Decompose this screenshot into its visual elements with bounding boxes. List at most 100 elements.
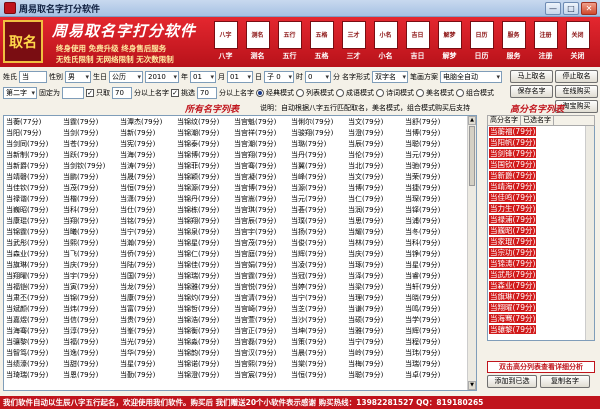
list-item[interactable]: 当梁(79分) bbox=[348, 282, 405, 293]
list-item[interactable]: 当光(79分) bbox=[120, 337, 177, 348]
score-select[interactable]: 0 bbox=[305, 71, 331, 83]
list-item[interactable]: 当辉(79分) bbox=[291, 249, 348, 260]
list-item[interactable]: 当佳钦(79分) bbox=[6, 183, 63, 194]
list-item[interactable]: 当龙(79分) bbox=[120, 282, 177, 293]
list-item[interactable]: 当宫嵩(79分) bbox=[234, 194, 291, 205]
list-item[interactable]: 当俊(79分) bbox=[291, 238, 348, 249]
all-names-list[interactable]: 当蘅(77分) 当阳(79分) 当剑同(79分) 当新制(79分) 当新爵(79分) 当靖… bbox=[3, 115, 477, 391]
list-item[interactable]: 当丹(79分) bbox=[291, 150, 348, 161]
list-item[interactable]: 当鸣(79分) bbox=[405, 304, 462, 315]
list-item[interactable]: 当飞(79分) bbox=[63, 249, 120, 260]
list-item[interactable]: 当琦瑞(79分) bbox=[6, 370, 63, 381]
charset-select[interactable]: 双字名 bbox=[372, 71, 408, 83]
list-item[interactable]: 当辰(79分) bbox=[348, 139, 405, 150]
list-item[interactable]: 当文(79分) bbox=[348, 172, 405, 183]
list-item[interactable]: 当康(79分) bbox=[120, 293, 177, 304]
list-item[interactable]: 当锦瑞(79分) bbox=[177, 271, 234, 282]
hour-select[interactable]: 子 0 bbox=[264, 71, 294, 83]
tool-11[interactable]: 关闭 关闭 bbox=[563, 21, 592, 61]
list-item[interactable]: 当荟(79分) bbox=[291, 205, 348, 216]
list-item[interactable]: 当锦佳(79分) bbox=[177, 260, 234, 271]
list-item[interactable]: 当芝(79分) bbox=[291, 304, 348, 315]
list-item[interactable]: 当宫凝(79分) bbox=[234, 172, 291, 183]
surname-input[interactable]: 当 bbox=[19, 71, 47, 83]
list-item[interactable]: 当沙(79分) bbox=[291, 315, 348, 326]
tool-6[interactable]: 吉日 吉日 bbox=[403, 21, 432, 61]
list-item[interactable]: 当恩(79分) bbox=[63, 370, 120, 381]
stroke-select[interactable]: 电脑全自动 bbox=[440, 71, 502, 83]
list-item[interactable]: 当武彤(79分) bbox=[6, 238, 63, 249]
list-item[interactable]: 当宫清(79分) bbox=[234, 293, 291, 304]
list-item[interactable]: 当勤(79分) bbox=[120, 370, 177, 381]
list-item[interactable]: 当铭(79分) bbox=[120, 216, 177, 227]
list-item[interactable]: 当琛(79分) bbox=[405, 194, 462, 205]
selected-names-column[interactable]: 已选名字 bbox=[521, 116, 554, 125]
list-item[interactable]: 当恒(79分) bbox=[291, 370, 348, 381]
high-list-item[interactable]: 当锦涛(79分) bbox=[488, 258, 594, 269]
list-item[interactable]: 当宫霆(79分) bbox=[234, 271, 291, 282]
list-item[interactable]: 当庆(79分) bbox=[348, 249, 405, 260]
list-item[interactable]: 当锦雅(79分) bbox=[177, 282, 234, 293]
list-item[interactable]: 当玮(79分) bbox=[405, 348, 462, 359]
tool-5[interactable]: 小名 小名 bbox=[371, 21, 400, 61]
list-item[interactable]: 当宫魁(79分) bbox=[234, 117, 291, 128]
high-list-scrollbar[interactable] bbox=[585, 126, 594, 340]
list-item[interactable]: 当瑞(79分) bbox=[405, 359, 462, 370]
list-item[interactable]: 当雅(79分) bbox=[348, 326, 405, 337]
list-item[interactable]: 当骧黎(79分) bbox=[6, 337, 63, 348]
list-item[interactable]: 当锦灼(79分) bbox=[177, 293, 234, 304]
high-list-item[interactable]: 当阳帆(79分) bbox=[488, 137, 594, 148]
list-item[interactable]: 当博(79分) bbox=[405, 128, 462, 139]
list-item[interactable]: 当科(79分) bbox=[405, 238, 462, 249]
list-item[interactable]: 当宇(79分) bbox=[63, 271, 120, 282]
list-item[interactable]: 当锦仁(79分) bbox=[177, 249, 234, 260]
list-item[interactable]: 当峰(79分) bbox=[291, 172, 348, 183]
list-item[interactable]: 当逸(79分) bbox=[63, 348, 120, 359]
list-item[interactable]: 当炜(79分) bbox=[63, 304, 120, 315]
list-item[interactable]: 当寅(79分) bbox=[63, 282, 120, 293]
list-item[interactable]: 当宫磊(79分) bbox=[234, 337, 291, 348]
list-item[interactable]: 当宫悦(79分) bbox=[234, 282, 291, 293]
list-item[interactable]: 当涛(79分) bbox=[120, 161, 177, 172]
minimize-button[interactable]: — bbox=[545, 2, 561, 15]
list-item[interactable]: 当宫娟(79分) bbox=[234, 260, 291, 271]
list-item[interactable]: 当锦源(79分) bbox=[177, 183, 234, 194]
list-item[interactable]: 当淳(79分) bbox=[63, 326, 120, 337]
list-item[interactable]: 当聪(79分) bbox=[348, 370, 405, 381]
list-item[interactable]: 当骏翔(79分) bbox=[291, 128, 348, 139]
list-item[interactable]: 当熙(79分) bbox=[63, 238, 120, 249]
list-item[interactable]: 当巍昭(79分) bbox=[6, 205, 63, 216]
high-list-item[interactable]: 当骧黎(79分) bbox=[488, 324, 594, 335]
close-button[interactable]: ✕ bbox=[581, 2, 597, 15]
list-item[interactable]: 当林(79分) bbox=[348, 238, 405, 249]
tool-9[interactable]: 服务 服务 bbox=[499, 21, 528, 61]
tool-3[interactable]: 五格 五格 bbox=[307, 21, 336, 61]
list-item[interactable]: 当文(79分) bbox=[348, 117, 405, 128]
list-item[interactable]: 当锦泰(79分) bbox=[177, 139, 234, 150]
high-list-item[interactable]: 当家琨(79分) bbox=[488, 236, 594, 247]
list-item[interactable]: 当宫琪(79分) bbox=[234, 205, 291, 216]
high-list-item[interactable]: 当翔曜(79分) bbox=[488, 302, 594, 313]
list-item[interactable]: 当智笃(79分) bbox=[6, 348, 63, 359]
list-item[interactable]: 当贵(79分) bbox=[120, 315, 177, 326]
list-item[interactable]: 当星(79分) bbox=[405, 260, 462, 271]
list-item[interactable]: 当锦(79分) bbox=[63, 293, 120, 304]
stop-naming-button[interactable]: 停止取名 bbox=[555, 70, 598, 83]
list-item[interactable]: 当嘉煜(79分) bbox=[6, 315, 63, 326]
list-item[interactable]: 当泽(79分) bbox=[348, 271, 405, 282]
list-item[interactable]: 当锦澄(79分) bbox=[177, 370, 234, 381]
list-item[interactable]: 当剑同(79分) bbox=[6, 139, 63, 150]
high-list-item[interactable]: 当森业(79分) bbox=[488, 280, 594, 291]
list-item[interactable]: 当宫骞(79分) bbox=[234, 161, 291, 172]
list-item[interactable]: 当曦(79分) bbox=[63, 227, 120, 238]
list-item[interactable]: 当晨(79分) bbox=[291, 348, 348, 359]
list-item[interactable]: 当宁(79分) bbox=[348, 337, 405, 348]
list-item[interactable]: 当捷(79分) bbox=[405, 183, 462, 194]
list-item[interactable]: 当润(79分) bbox=[348, 205, 405, 216]
gender-select[interactable]: 男 bbox=[65, 71, 91, 83]
list-item[interactable]: 当跃(79分) bbox=[63, 150, 120, 161]
list-item[interactable]: 当凌(79分) bbox=[291, 260, 348, 271]
list-item[interactable]: 当新(79分) bbox=[120, 128, 177, 139]
list-item[interactable]: 当富(79分) bbox=[120, 304, 177, 315]
list-item[interactable]: 当鹏(79分) bbox=[63, 172, 120, 183]
